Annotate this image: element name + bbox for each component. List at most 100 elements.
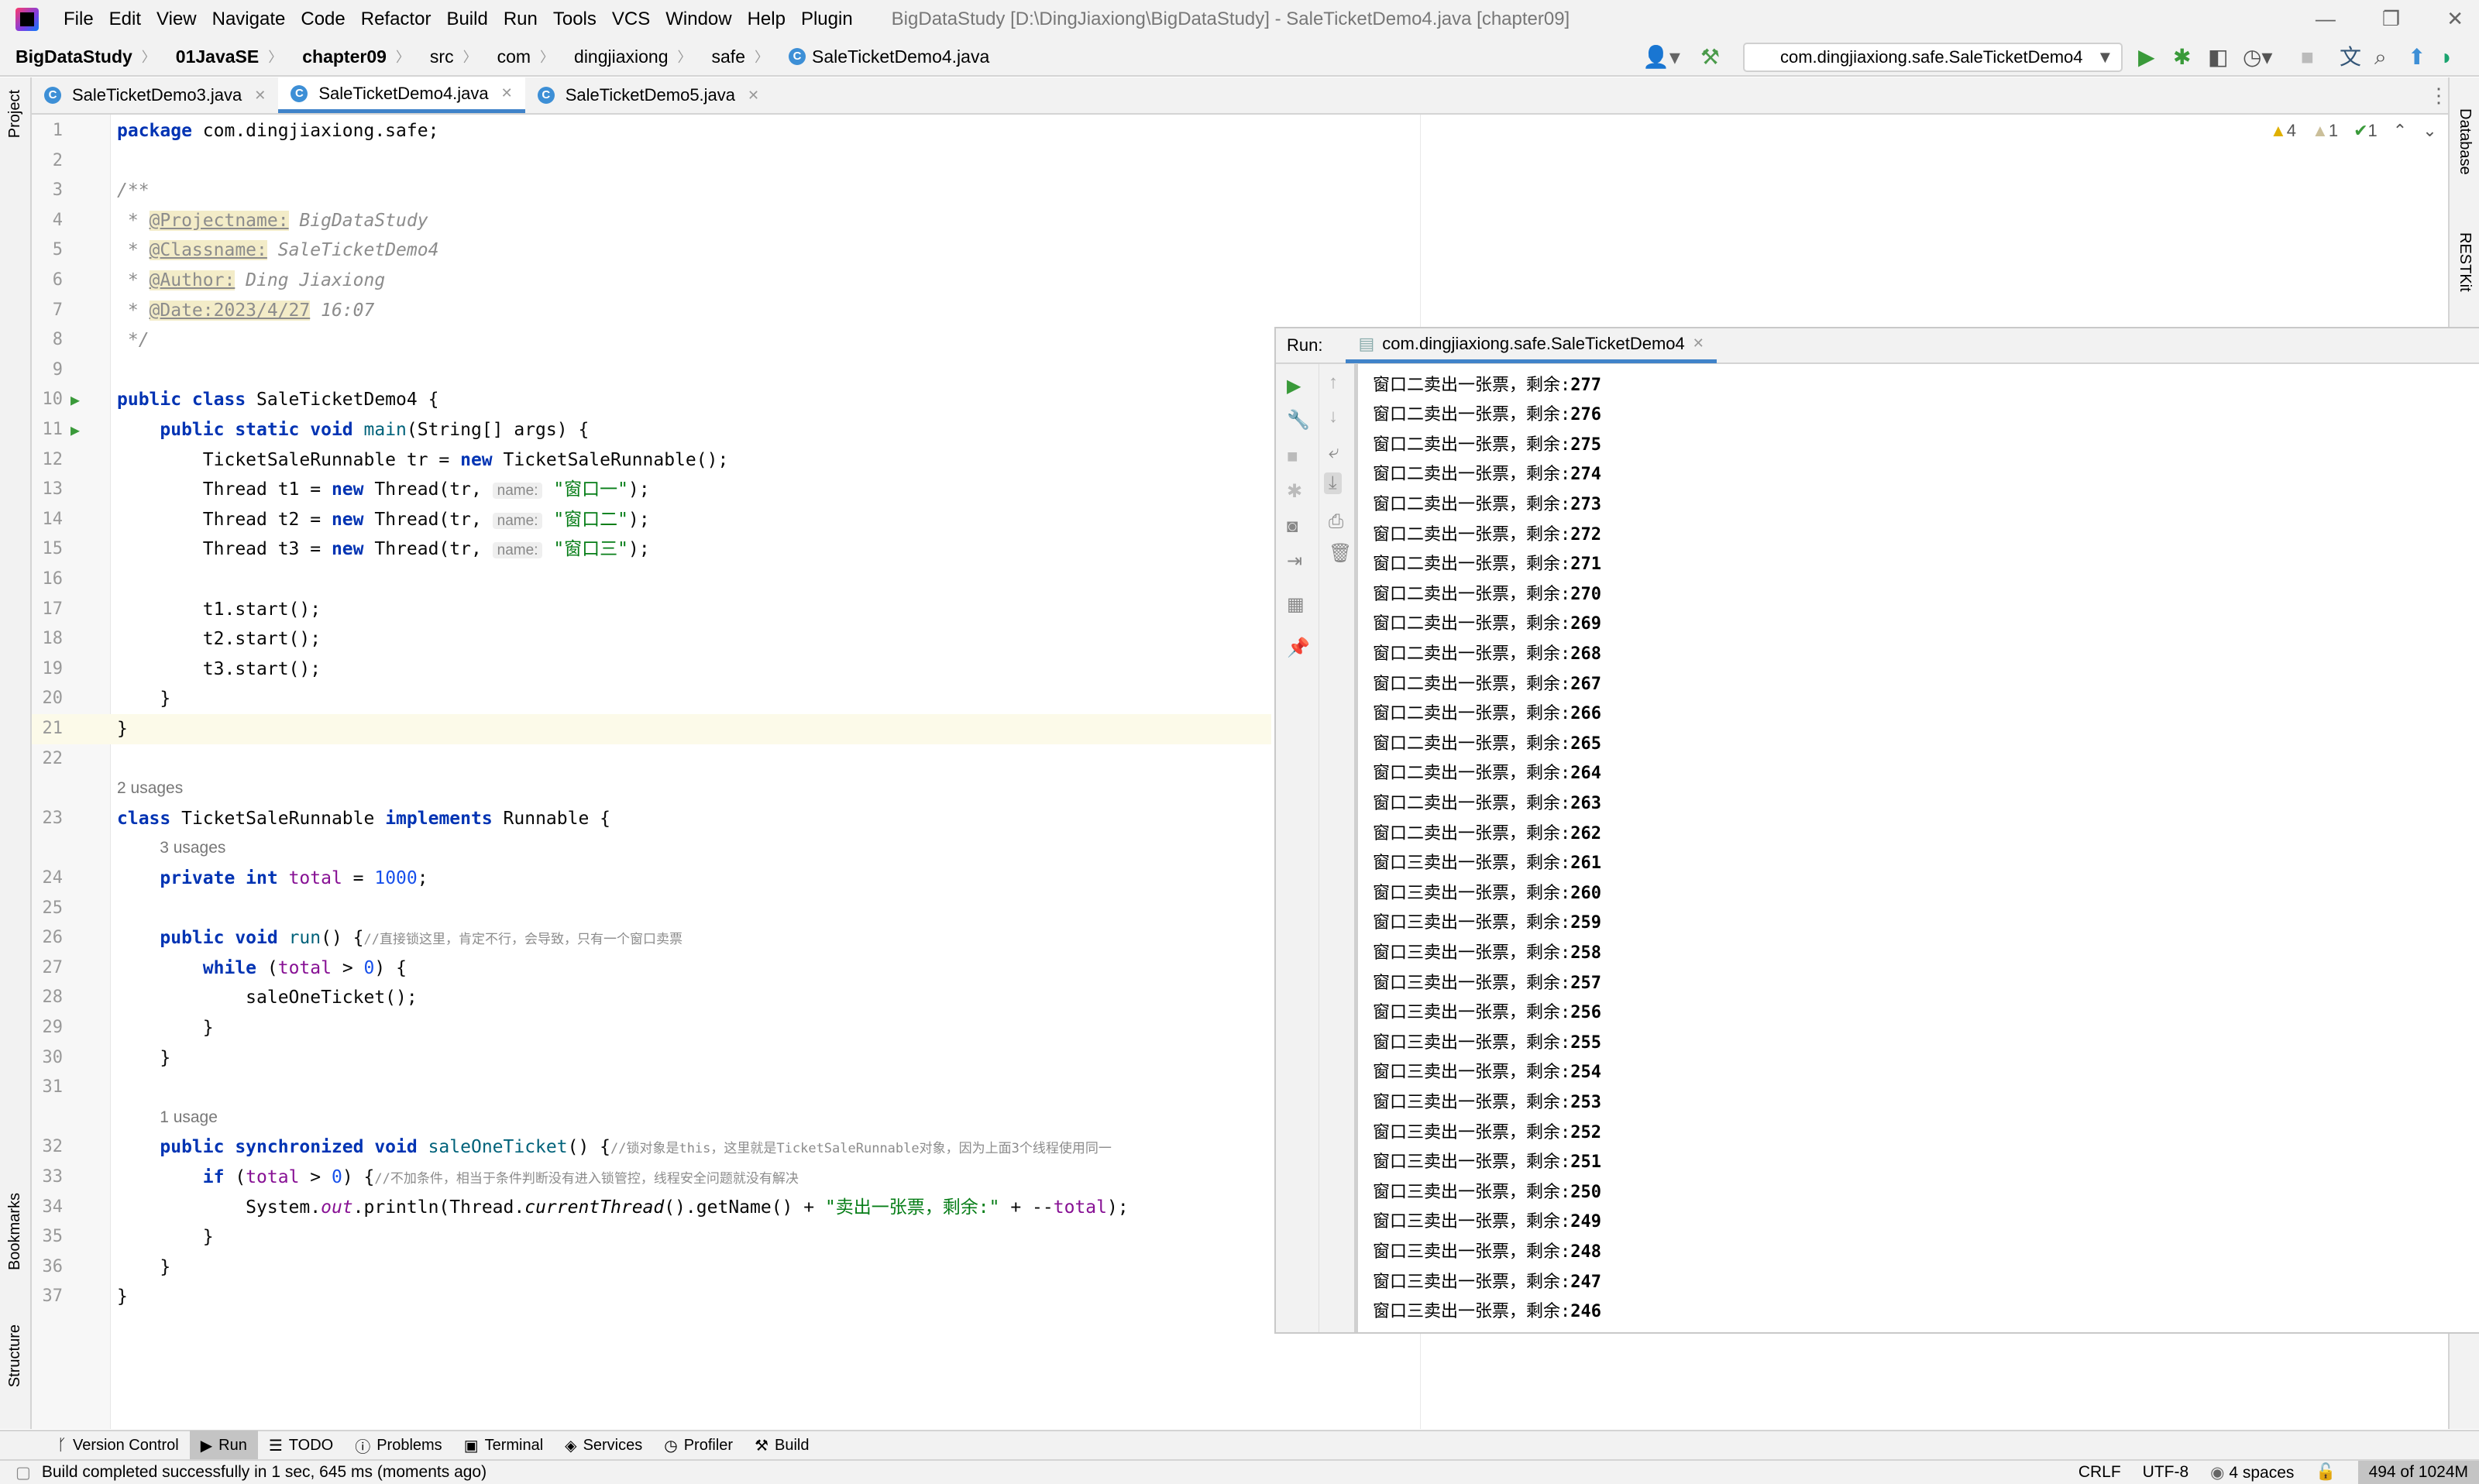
weak-warnings-count[interactable]: ▲1 [2312, 121, 2338, 141]
tool-tab-profiler[interactable]: ◷ Profiler [653, 1431, 744, 1460]
status-toggle-icon[interactable]: ▢ [15, 1463, 31, 1482]
close-tab-icon[interactable]: ✕ [748, 88, 759, 104]
stop-icon[interactable]: ■ [2301, 44, 2314, 70]
project-tool-button[interactable]: Project [6, 90, 24, 138]
console-line: 窗口二卖出一张票，剩余:270 [1373, 580, 1601, 610]
menu-item-edit[interactable]: Edit [101, 9, 149, 30]
tool-tab-services[interactable]: ◈ Services [554, 1431, 653, 1460]
pin-icon[interactable]: 📌 [1287, 637, 1310, 659]
line-number: 23 [42, 808, 64, 828]
menu-item-refactor[interactable]: Refactor [353, 9, 439, 30]
layout-icon[interactable]: ▦ [1287, 593, 1305, 616]
code-token: total [277, 957, 332, 978]
line-number: 3 [52, 180, 63, 201]
maximize-button[interactable]: ❐ [2382, 7, 2400, 31]
tool-tab-run[interactable]: ▶ Run [189, 1431, 258, 1460]
code-token: com.dingjiaxiong.safe; [202, 121, 439, 141]
tool-tab-version-control[interactable]: ᚴ Version Control [46, 1431, 190, 1460]
run-gutter-icon[interactable]: ▶ [70, 415, 80, 445]
menu-item-vcs[interactable]: VCS [604, 9, 658, 30]
memory-indicator[interactable]: 494 of 1024M [2357, 1461, 2479, 1484]
close-tab-icon[interactable]: ✕ [501, 85, 513, 101]
menu-item-view[interactable]: View [149, 9, 205, 30]
scroll-down-icon[interactable]: ↓ [1329, 406, 1338, 428]
tool-tab-problems[interactable]: ⓘ Problems [344, 1431, 452, 1460]
structure-tool-button[interactable]: Structure [6, 1324, 24, 1387]
search-icon[interactable]: ⌕ [2374, 44, 2387, 70]
breadcrumb-item[interactable]: BigDataStudy 〉 [0, 46, 160, 67]
inspection-widget[interactable]: ▲4 ▲1 ✔1 ⌃ ⌄ [2270, 121, 2437, 141]
code-text: while (total > 0) { [117, 953, 407, 984]
restkit-tool-button[interactable]: RESTKit [2456, 232, 2474, 292]
previous-highlight-icon[interactable]: ⌃ [2393, 121, 2407, 141]
menu-item-plugin[interactable]: Plugin [793, 9, 861, 30]
breadcrumb-item[interactable]: 01JavaSE 〉 [160, 46, 287, 67]
status-message[interactable]: Build completed successfully in 1 sec, 6… [42, 1463, 487, 1482]
run-tab[interactable]: ▤ com.dingjiaxiong.safe.SaleTicketDemo4 ✕ [1346, 328, 1717, 363]
console-output[interactable]: 窗口二卖出一张票，剩余:278窗口二卖出一张票，剩余:277窗口二卖出一张票，剩… [1373, 364, 2479, 1332]
usage-hint-text[interactable]: 2 usages [117, 774, 183, 804]
tool-tab-build[interactable]: ⚒ Build [744, 1431, 820, 1460]
code-token: Thread t3 = [117, 539, 332, 560]
menu-item-code[interactable]: Code [293, 9, 352, 30]
rerun-icon[interactable]: ▶ [1287, 375, 1301, 397]
menu-item-navigate[interactable]: Navigate [205, 9, 294, 30]
file-encoding[interactable]: UTF-8 [2143, 1463, 2189, 1482]
profile-icon[interactable]: ◷▾ [2243, 44, 2273, 70]
line-separator[interactable]: CRLF [2078, 1463, 2121, 1482]
breadcrumb-item[interactable]: chapter09 〉 [287, 46, 414, 67]
translate-icon[interactable]: 文 [2340, 44, 2361, 70]
run-gutter-icon[interactable]: ▶ [70, 385, 80, 415]
camera-icon[interactable]: ◙ [1287, 516, 1298, 538]
exit-icon[interactable]: ⇥ [1287, 550, 1302, 572]
debug-icon[interactable]: ✱ [1287, 480, 1302, 503]
close-tab-icon[interactable]: ✕ [254, 88, 266, 104]
print-icon[interactable]: ⎙ [1329, 511, 1343, 533]
plugin-icon[interactable]: ◗ [2440, 44, 2453, 70]
warnings-count[interactable]: ▲4 [2270, 121, 2296, 141]
database-tool-button[interactable]: Database [2456, 108, 2474, 175]
usage-hint-text[interactable]: 3 usages [160, 833, 225, 864]
breadcrumb-item[interactable]: com 〉 [482, 46, 559, 67]
stop-icon[interactable]: ■ [1287, 446, 1298, 468]
scroll-up-icon[interactable]: ↑ [1329, 372, 1338, 393]
settings-wrench-icon[interactable]: 🔧 [1287, 409, 1310, 431]
menu-item-run[interactable]: Run [496, 9, 545, 30]
clear-trash-icon[interactable]: 🗑 [1329, 542, 1352, 565]
minimize-button[interactable]: — [2316, 7, 2336, 31]
tab-saleticketdemo3[interactable]: C SaleTicketDemo3.java ✕ [32, 77, 278, 113]
menu-item-window[interactable]: Window [658, 9, 739, 30]
update-icon[interactable]: ⬆ [2408, 44, 2426, 70]
menu-item-file[interactable]: File [56, 9, 101, 30]
close-run-tab-icon[interactable]: ✕ [1693, 335, 1704, 352]
usage-hint-text[interactable]: 1 usage [160, 1103, 218, 1133]
soft-wrap-icon[interactable]: ⤶ [1329, 441, 1339, 463]
breadcrumb-item[interactable]: src 〉 [414, 46, 482, 67]
breadcrumb-item[interactable]: dingjiaxiong 〉 [559, 46, 696, 67]
breadcrumb-item[interactable]: safe 〉 [696, 46, 773, 67]
more-options-icon[interactable]: ⋮ [2429, 84, 2449, 108]
scroll-to-end-icon[interactable]: ⤓ [1324, 472, 1342, 494]
indent-setting[interactable]: ◉ 4 spaces [2210, 1463, 2294, 1482]
tool-tab-todo[interactable]: ☰ TODO [258, 1431, 344, 1460]
menu-item-tools[interactable]: Tools [545, 9, 604, 30]
debug-icon[interactable]: ✱ [2173, 44, 2191, 70]
menu-item-build[interactable]: Build [438, 9, 495, 30]
line-number: 8 [52, 330, 63, 350]
breadcrumb-item[interactable]: C SaleTicketDemo4.java [773, 46, 994, 67]
menu-item-help[interactable]: Help [740, 9, 793, 30]
lock-icon[interactable]: 🔓 [2316, 1463, 2336, 1482]
bookmarks-tool-button[interactable]: Bookmarks [6, 1193, 24, 1270]
close-button[interactable]: ✕ [2446, 7, 2464, 31]
typos-count[interactable]: ✔1 [2354, 121, 2378, 141]
run-icon[interactable]: ▶ [2138, 44, 2155, 70]
console-text: 窗口三卖出一张票，剩余: [1373, 1003, 1571, 1023]
coverage-icon[interactable]: ◧ [2208, 44, 2228, 70]
next-highlight-icon[interactable]: ⌄ [2422, 121, 2436, 141]
run-configuration-select[interactable]: com.dingjiaxiong.safe.SaleTicketDemo4 ▼ [1743, 43, 2123, 72]
account-icon[interactable]: 👤▾ [1642, 44, 1680, 70]
build-hammer-icon[interactable]: ⚒ [1700, 44, 1720, 70]
tab-saleticketdemo5[interactable]: C SaleTicketDemo5.java ✕ [525, 77, 772, 113]
tool-tab-terminal[interactable]: ▣ Terminal [453, 1431, 554, 1460]
tab-saleticketdemo4[interactable]: C SaleTicketDemo4.java ✕ [278, 77, 525, 113]
